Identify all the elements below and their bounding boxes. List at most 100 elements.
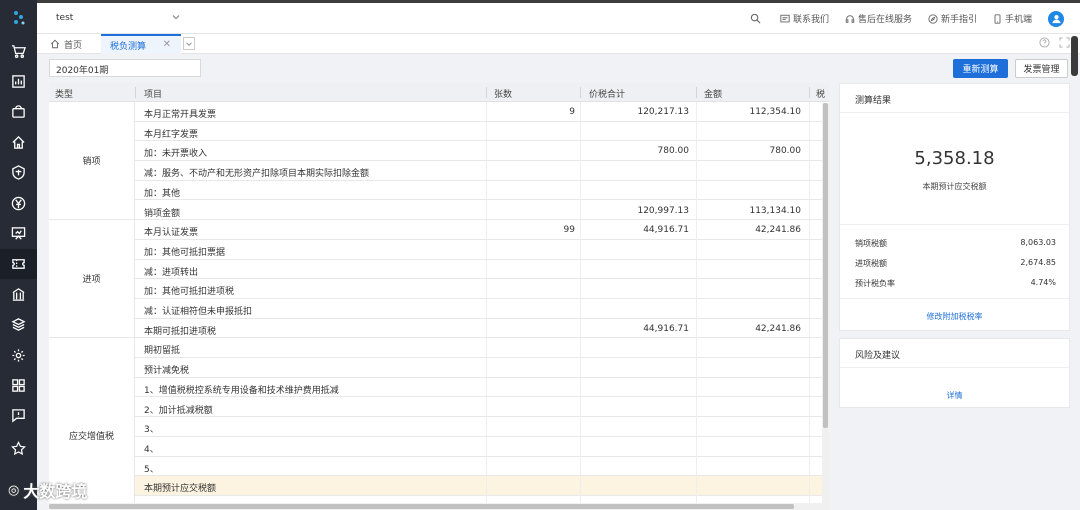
cell-item: 加：未开票收入 bbox=[144, 149, 208, 160]
metric-value: 2,674.85 bbox=[1020, 258, 1056, 267]
cell-item: 5、 bbox=[144, 464, 159, 475]
estimated-tax-label: 本期预计应交税额 bbox=[922, 182, 987, 191]
mobile-link[interactable]: 手机端 bbox=[993, 12, 1032, 25]
tab-tax-calculation[interactable]: 税负测算 ✕ bbox=[101, 34, 181, 54]
column-separator bbox=[696, 87, 697, 98]
column-separator bbox=[580, 87, 581, 98]
cell-item: 加：其他 bbox=[144, 188, 181, 199]
cell-item: 本月正常开具发票 bbox=[144, 110, 217, 120]
cell-item: 销项金额 bbox=[144, 208, 181, 219]
tab-tax-calculation-label: 税负测算 bbox=[110, 41, 147, 52]
layers-icon[interactable] bbox=[0, 310, 37, 340]
home-icon bbox=[50, 39, 60, 49]
scrollbar-thumb[interactable] bbox=[823, 103, 828, 428]
app-logo[interactable] bbox=[0, 0, 37, 36]
ticket-icon[interactable] bbox=[0, 248, 37, 280]
metric-label: 预计税负率 bbox=[855, 279, 895, 288]
recalculate-button[interactable]: 重新测算 bbox=[953, 59, 1008, 78]
cell-amount: 780.00 bbox=[769, 146, 802, 157]
user-avatar[interactable] bbox=[1048, 10, 1064, 27]
contact-us-label: 联系我们 bbox=[792, 15, 829, 25]
cell-amount: 42,241.86 bbox=[755, 225, 801, 236]
table-vertical-scrollbar[interactable] bbox=[822, 103, 829, 510]
page-scrollbar[interactable] bbox=[1071, 36, 1078, 76]
period-picker[interactable]: 2020年01期 bbox=[49, 59, 201, 77]
table-row: 本月红字发票 bbox=[49, 122, 829, 142]
cell-amount: 113,134.10 bbox=[749, 205, 801, 216]
after-sales-link[interactable]: 售后在线服务 bbox=[845, 12, 912, 25]
contact-us-link[interactable]: 联系我们 bbox=[780, 12, 829, 25]
column-divider bbox=[580, 102, 581, 510]
cell-item: 3、 bbox=[144, 425, 159, 436]
yen-icon[interactable] bbox=[0, 188, 37, 218]
cell-item: 预计减免税 bbox=[144, 366, 190, 377]
table-horizontal-scrollbar[interactable] bbox=[49, 503, 822, 510]
table-row: 减：进项转出 bbox=[49, 260, 829, 280]
modify-surcharge-rate-link[interactable]: 修改附加税税率 bbox=[840, 311, 1069, 322]
watermark-text: 大数跨境 bbox=[23, 482, 88, 501]
column-header-item: 项目 bbox=[144, 90, 163, 100]
tab-home-label: 首页 bbox=[64, 40, 83, 51]
watermark: ◎ 大数跨境 bbox=[8, 478, 87, 502]
report-icon[interactable] bbox=[0, 66, 37, 96]
search-icon[interactable] bbox=[750, 13, 764, 24]
invoice-management-button[interactable]: 发票管理 bbox=[1015, 59, 1068, 78]
presentation-icon[interactable] bbox=[0, 218, 37, 248]
tab-home[interactable]: 首页 bbox=[50, 34, 82, 54]
divider bbox=[840, 298, 1069, 299]
favorite-star-icon[interactable] bbox=[0, 436, 37, 460]
cell-count: 9 bbox=[569, 107, 575, 117]
chevron-down-icon[interactable] bbox=[171, 12, 181, 25]
close-icon[interactable]: ✕ bbox=[163, 39, 171, 50]
table-row: 1、增值税税控系统专用设备和技术维护费用抵减 bbox=[49, 378, 829, 398]
company-name[interactable]: test bbox=[56, 13, 73, 23]
table-row: 3、 bbox=[49, 417, 829, 437]
table-row: 2、加计抵减税额 bbox=[49, 398, 829, 418]
home-icon[interactable] bbox=[0, 127, 37, 157]
bag-icon[interactable] bbox=[0, 97, 37, 127]
estimated-tax-value: 5,358.18 bbox=[914, 148, 995, 169]
cell-total: 120,217.13 bbox=[637, 107, 689, 117]
table-row: 预计减免税 bbox=[49, 358, 829, 378]
scrollbar-thumb[interactable] bbox=[49, 504, 794, 509]
settings-icon[interactable] bbox=[0, 340, 37, 370]
metric-tax-burden-rate: 预计税负率 4.74% bbox=[855, 278, 1056, 289]
table-row: 销项金额 120,997.13 113,134.10 bbox=[49, 201, 829, 221]
table-row: 4、 bbox=[49, 437, 829, 457]
guide-link[interactable]: 新手指引 bbox=[928, 12, 977, 25]
cell-item: 本月认证发票 bbox=[144, 228, 199, 239]
help-icon[interactable] bbox=[1039, 37, 1050, 48]
cell-item: 本期可抵扣进项税 bbox=[144, 326, 217, 337]
tab-dropdown-button[interactable] bbox=[183, 37, 195, 50]
cell-item: 1、增值税税控系统专用设备和技术维护费用抵减 bbox=[144, 385, 339, 396]
risk-title: 风险及建议 bbox=[855, 351, 901, 361]
table-row: 期初留抵 bbox=[49, 338, 829, 359]
table-row: 本期可抵扣进项税 44,916.71 42,241.86 bbox=[49, 319, 829, 339]
risk-details-link[interactable]: 详情 bbox=[840, 390, 1069, 401]
apps-icon[interactable] bbox=[0, 370, 37, 400]
feedback-icon[interactable] bbox=[0, 401, 37, 431]
table-row: 本月正常开具发票 9 120,217.13 112,354.10 bbox=[49, 102, 829, 122]
column-header-count: 张数 bbox=[494, 90, 513, 100]
group-output: 销项 bbox=[49, 102, 135, 220]
bank-icon[interactable] bbox=[0, 279, 37, 309]
badge-icon[interactable] bbox=[0, 158, 37, 188]
column-separator bbox=[486, 87, 487, 98]
table-row: 减：服务、不动产和无形资产扣除项目本期实际扣除金额 bbox=[49, 161, 829, 181]
group-input: 进项 bbox=[49, 220, 135, 338]
cell-item: 加：其他可抵扣票据 bbox=[144, 247, 226, 258]
cell-item: 减：认证相符但未申报抵扣 bbox=[144, 307, 253, 317]
table-row: 加：未开票收入 780.00 780.00 bbox=[49, 141, 829, 162]
column-separator bbox=[135, 87, 136, 98]
after-sales-label: 售后在线服务 bbox=[857, 15, 912, 25]
cart-icon[interactable] bbox=[0, 36, 37, 66]
column-divider bbox=[696, 102, 697, 510]
table-row: 加：其他 bbox=[49, 181, 829, 201]
cell-item: 加：其他可抵扣进项税 bbox=[144, 287, 235, 298]
fullscreen-icon[interactable] bbox=[1059, 37, 1070, 48]
cell-item: 期初留抵 bbox=[144, 346, 181, 357]
cell-item: 减：进项转出 bbox=[144, 267, 199, 278]
column-header-type: 类型 bbox=[55, 90, 74, 100]
column-header-tax: 税 bbox=[816, 90, 826, 100]
chevron-down-icon bbox=[186, 41, 192, 46]
